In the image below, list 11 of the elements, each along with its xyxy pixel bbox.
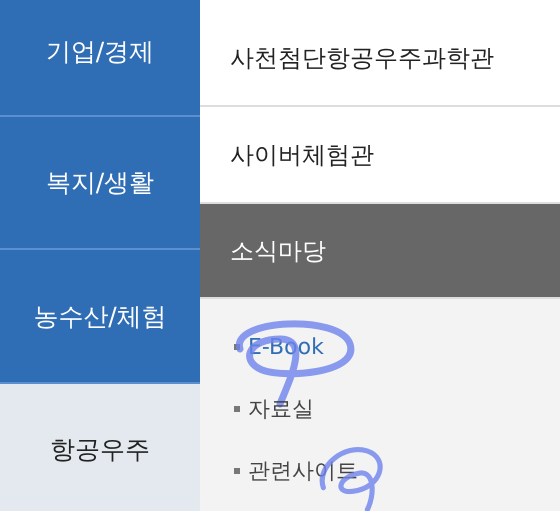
submenu-item[interactable]: 사이버체험관 [200,107,560,202]
submenu-item[interactable]: 사천첨단항공우주과학관 [200,0,560,105]
submenu-link[interactable]: 자료실 [248,394,314,424]
submenu-link[interactable]: E-Book [248,334,324,360]
category-menu-item[interactable]: 기업/경제 [0,0,200,115]
category-menu-item[interactable]: 복지/생활 [0,117,200,248]
category-menu-item[interactable]: 항공우주 [0,384,200,511]
submenu-item[interactable]: 소식마당 [200,204,560,297]
category-menu-item[interactable]: 농수산/체험 [0,250,200,382]
bullet-icon [234,468,240,474]
bullet-icon [234,406,240,412]
